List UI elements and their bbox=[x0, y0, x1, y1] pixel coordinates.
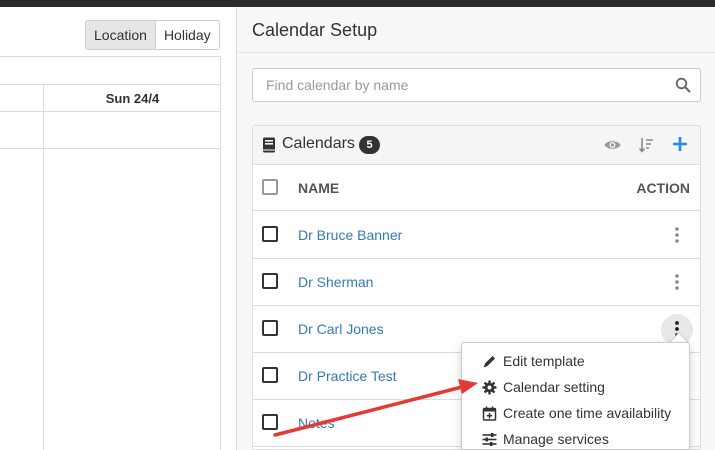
select-all-checkbox[interactable] bbox=[262, 179, 278, 195]
calendar-grid: Sun 24/4 bbox=[0, 56, 221, 450]
eye-icon[interactable] bbox=[604, 138, 621, 152]
top-bar bbox=[0, 0, 715, 7]
day-column-header: Sun 24/4 bbox=[43, 85, 221, 112]
grid-line bbox=[0, 148, 221, 149]
calendar-actions-menu: Edit template Calendar setting Create on… bbox=[461, 342, 690, 450]
name-column-header: NAME bbox=[298, 180, 340, 196]
menu-item-label: Create one time availability bbox=[503, 405, 672, 421]
menu-item-label: Manage services bbox=[503, 431, 609, 447]
calendar-name-link[interactable]: Notes bbox=[298, 415, 335, 431]
sort-icon[interactable] bbox=[639, 137, 654, 153]
grid-column-line bbox=[43, 112, 44, 450]
calendar-name-link[interactable]: Dr Practice Test bbox=[298, 368, 397, 384]
menu-item-create-one-time-availability[interactable]: Create one time availability bbox=[462, 400, 691, 426]
holiday-toggle-button[interactable]: Holiday bbox=[154, 20, 220, 50]
menu-item-label: Edit template bbox=[503, 353, 585, 369]
more-options-icon[interactable] bbox=[667, 225, 687, 245]
menu-item-label: Calendar setting bbox=[503, 379, 605, 395]
menu-item-manage-services[interactable]: Manage services bbox=[462, 426, 691, 450]
table-row: Dr Sherman bbox=[253, 259, 700, 306]
count-badge: 5 bbox=[359, 136, 380, 154]
search-box bbox=[252, 68, 701, 102]
row-checkbox[interactable] bbox=[262, 226, 278, 242]
calendar-view-pane: Location Holiday Sun 24/4 bbox=[0, 7, 236, 450]
calendar-name-link[interactable]: Dr Carl Jones bbox=[298, 321, 384, 337]
gear-icon bbox=[482, 380, 497, 394]
book-icon bbox=[263, 137, 275, 153]
menu-item-calendar-setting[interactable]: Calendar setting bbox=[462, 374, 691, 400]
calendar-name-link[interactable]: Dr Sherman bbox=[298, 274, 373, 290]
action-column-header: ACTION bbox=[636, 180, 690, 196]
calendar-plus-icon bbox=[482, 406, 497, 421]
row-checkbox[interactable] bbox=[262, 273, 278, 289]
view-toggle-group: Location Holiday bbox=[85, 20, 220, 50]
search-input[interactable] bbox=[254, 70, 664, 100]
grid-line bbox=[0, 111, 221, 112]
panel-title: Calendars bbox=[282, 135, 355, 152]
row-checkbox[interactable] bbox=[262, 367, 278, 383]
calendar-name-link[interactable]: Dr Bruce Banner bbox=[298, 227, 402, 243]
location-toggle-button[interactable]: Location bbox=[85, 20, 155, 50]
table-header-row: NAME ACTION bbox=[253, 165, 700, 211]
search-icon[interactable] bbox=[675, 77, 691, 93]
more-options-icon[interactable] bbox=[667, 272, 687, 292]
table-row: Dr Bruce Banner bbox=[253, 212, 700, 259]
panel-header: Calendars 5 bbox=[253, 126, 700, 165]
pencil-icon bbox=[483, 355, 495, 367]
divider bbox=[237, 52, 715, 53]
sliders-icon bbox=[482, 432, 497, 446]
add-calendar-icon[interactable] bbox=[672, 136, 688, 152]
row-checkbox[interactable] bbox=[262, 320, 278, 336]
menu-item-edit-template[interactable]: Edit template bbox=[462, 348, 691, 374]
row-checkbox[interactable] bbox=[262, 414, 278, 430]
page-title: Calendar Setup bbox=[252, 20, 378, 40]
